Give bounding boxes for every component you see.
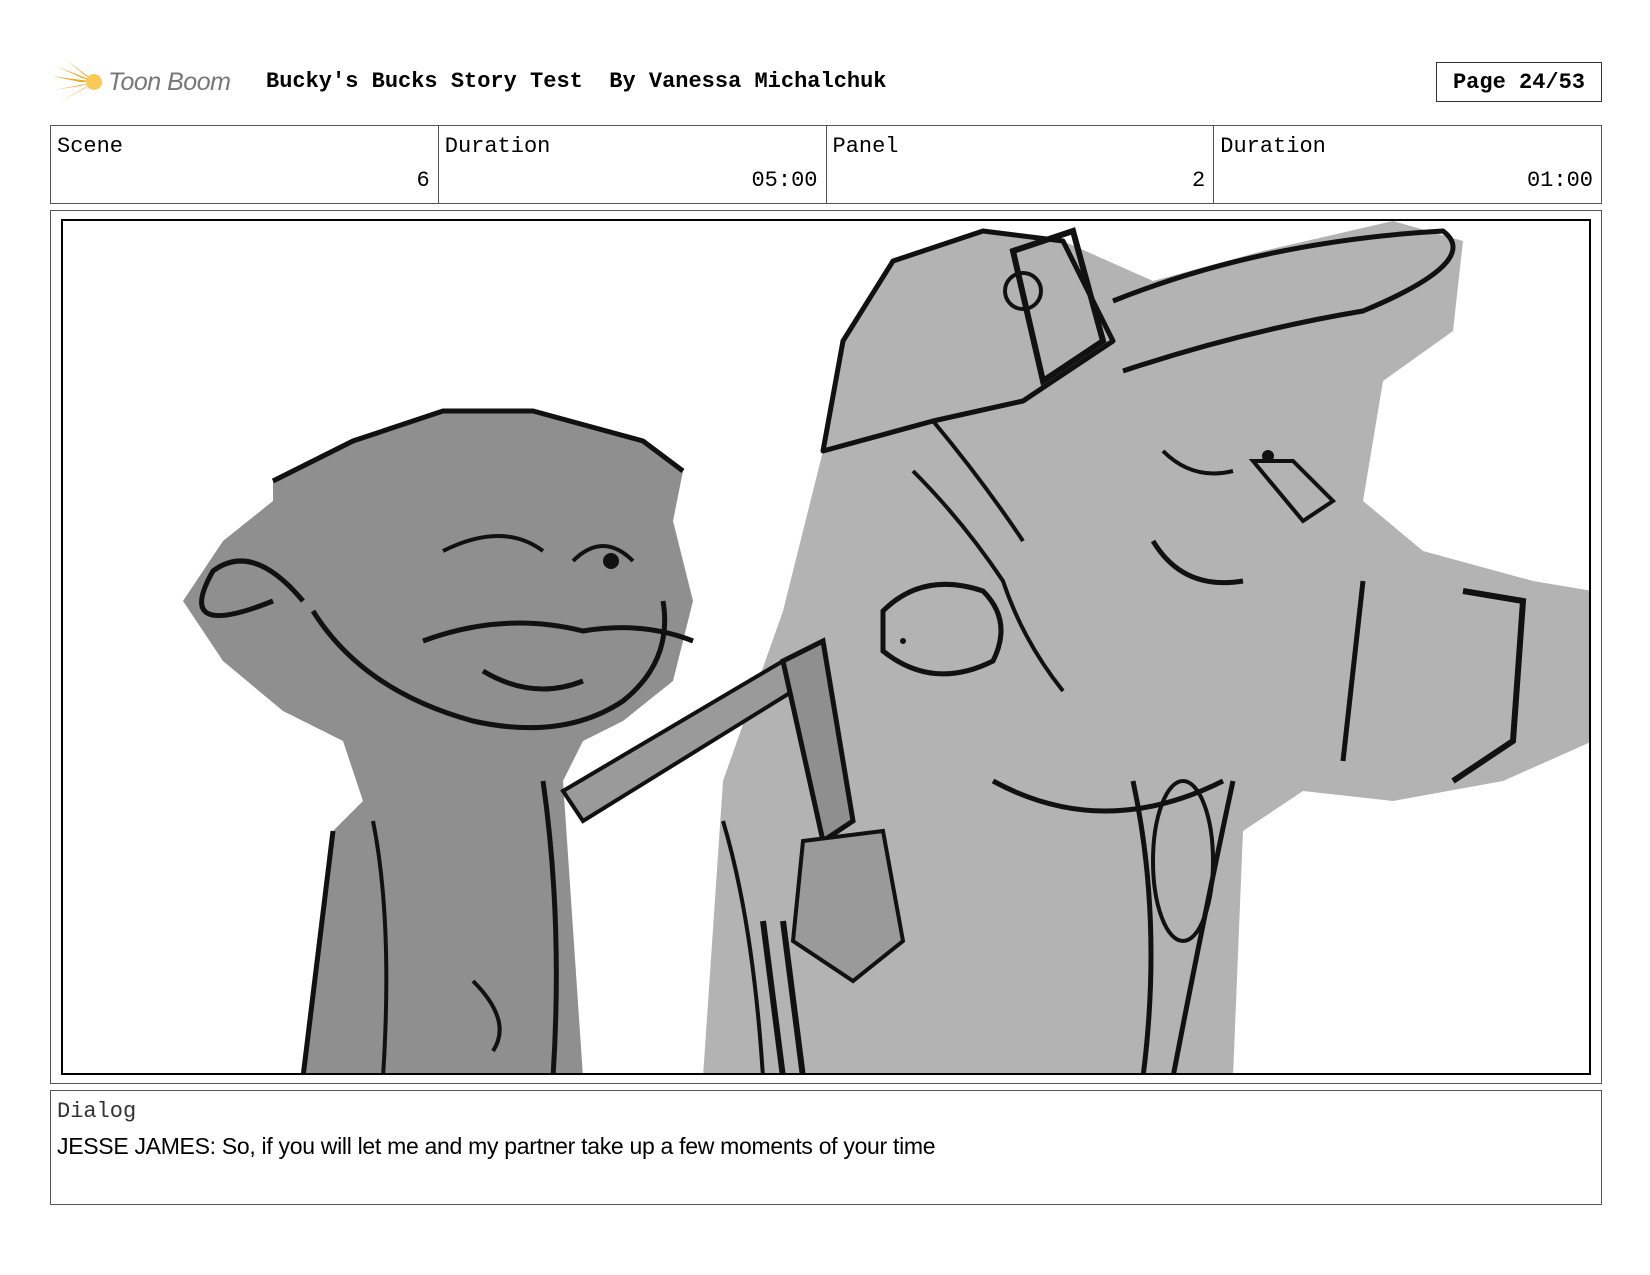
scene-cell: Scene 6 — [51, 126, 439, 203]
panel-cell: Panel 2 — [827, 126, 1215, 203]
panel-label: Panel — [832, 134, 899, 159]
scene-duration-value: 05:00 — [751, 168, 818, 193]
storyboard-panel-frame — [50, 210, 1602, 1084]
toon-boom-logo: Toon Boom — [52, 60, 252, 104]
document-title: Bucky's Bucks Story Test By Vanessa Mich… — [266, 69, 887, 94]
page-number: Page 24/53 — [1436, 62, 1602, 102]
starburst-logo-icon — [52, 60, 102, 102]
dialog-box: Dialog JESSE JAMES: So, if you will let … — [50, 1090, 1602, 1205]
logo-text: Toon Boom — [108, 68, 231, 96]
dialog-label: Dialog — [57, 1099, 137, 1124]
panel-duration-value: 01:00 — [1526, 168, 1593, 193]
page-header: Toon Boom Bucky's Bucks Story Test By Va… — [52, 56, 1602, 106]
panel-duration-cell: Duration 01:00 — [1214, 126, 1601, 203]
scene-info-table: Scene 6 Duration 05:00 Panel 2 Duration … — [50, 125, 1602, 204]
panel-value: 2 — [1192, 168, 1206, 193]
panel-duration-label: Duration — [1220, 134, 1326, 159]
scene-value: 6 — [416, 168, 430, 193]
scene-duration-label: Duration — [444, 134, 551, 159]
scene-duration-cell: Duration 05:00 — [439, 126, 827, 203]
dialog-text: JESSE JAMES: So, if you will let me and … — [57, 1133, 936, 1159]
scene-label: Scene — [57, 134, 124, 159]
storyboard-sketch — [183, 221, 1589, 1073]
storyboard-panel-image — [61, 219, 1591, 1075]
